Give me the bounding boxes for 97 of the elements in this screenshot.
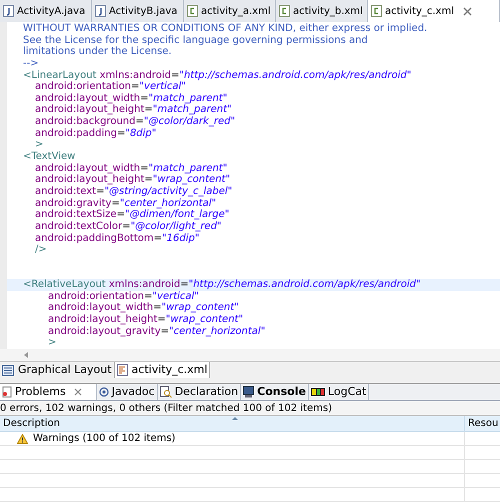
xml-file-icon — [279, 5, 290, 17]
code-token: android:gravity — [35, 198, 112, 209]
view-tab[interactable]: Problems — [0, 384, 97, 400]
code-token: = — [144, 104, 153, 116]
close-icon[interactable] — [74, 388, 82, 396]
code-token: = — [170, 70, 180, 81]
code-token: android:orientation — [48, 290, 144, 302]
code-token: android:layout_height — [48, 314, 158, 326]
code-token: = — [140, 162, 148, 174]
code-token: android:layout_width — [35, 92, 140, 104]
code-token: --> — [23, 58, 39, 69]
code-token: "http://schemas.android.com/apk/res/android" — [188, 279, 421, 290]
code-token: android:layout_width — [35, 162, 140, 174]
warning-icon — [17, 434, 28, 444]
code-token: "@dimen/font_large" — [124, 209, 230, 220]
document-magnifier-icon — [160, 386, 172, 398]
source-file-icon — [116, 364, 128, 376]
code-token: = — [116, 209, 125, 220]
sort-arrow-icon — [232, 417, 238, 420]
logcat-icon — [310, 387, 325, 397]
java-file-icon — [95, 5, 106, 17]
code-token: = — [144, 174, 153, 186]
code-token: = — [122, 220, 131, 232]
editor-tab[interactable]: ActivityA.java — [0, 0, 92, 22]
code-token: "match_parent" — [148, 92, 228, 104]
code-token: <RelativeLayout — [23, 279, 106, 290]
column-header[interactable]: Resou — [465, 416, 500, 431]
code-token: "wrap_content" — [166, 314, 244, 326]
code-token: "16dip" — [162, 232, 200, 244]
editor-tab[interactable]: activity_b.xml — [276, 0, 368, 22]
code-token: xmlns:android — [100, 70, 171, 81]
code-token: "center_horizontal" — [120, 198, 216, 209]
problems-summary: 0 errors, 102 warnings, 0 others (Filter matched 100 of 102 items) — [0, 401, 500, 416]
code-token: "wrap_content" — [161, 302, 239, 314]
code-token: = — [131, 81, 140, 92]
code-token: = — [144, 290, 152, 302]
code-token: xmlns:android — [108, 279, 180, 290]
view-tab[interactable]: Javadoc — [96, 384, 158, 400]
code-token: android:layout_height — [35, 104, 144, 116]
code-token: = — [153, 302, 162, 314]
view-tab[interactable]: LogCat — [308, 384, 370, 400]
xml-file-icon — [371, 5, 382, 17]
code-token: <LinearLayout — [23, 70, 96, 81]
xml-file-icon — [187, 5, 198, 17]
code-token: WITHOUT WARRANTIES OR CONDITIONS OF ANY KIND, either express or implied. — [23, 23, 428, 34]
code-token: > — [48, 337, 56, 348]
code-token: android:text — [35, 186, 96, 197]
code-token: android:textColor — [35, 220, 122, 232]
code-token: android:layout_width — [48, 302, 154, 314]
editor-tab[interactable]: ActivityB.java — [92, 0, 184, 22]
code-token: "@color/dark_red" — [144, 116, 236, 128]
editor-tab[interactable]: activity_a.xml — [184, 0, 276, 22]
code-token: = — [111, 198, 120, 209]
code-token: = — [154, 232, 162, 244]
code-token: See the License for the specific language governing permissions and — [23, 34, 368, 46]
close-icon[interactable] — [462, 6, 472, 16]
monitor-icon — [243, 386, 254, 398]
code-token: "match_parent" — [148, 162, 228, 174]
code-token: android:orientation — [35, 81, 132, 92]
code-token: = — [157, 314, 166, 326]
code-token: android:layout_gravity — [48, 326, 161, 337]
layout-icon — [2, 364, 14, 376]
scroll-left-icon[interactable] — [24, 352, 28, 358]
code-token: = — [135, 116, 144, 128]
column-header[interactable]: Description — [0, 416, 465, 431]
code-token: android:paddingBottom — [35, 232, 154, 244]
code-token: "match_parent" — [152, 104, 232, 116]
editor-mode-tab[interactable]: activity_c.xml — [114, 362, 210, 378]
code-token: = — [140, 92, 148, 104]
clipboard-icon — [2, 386, 12, 398]
code-token: "http://schemas.android.com/apk/res/android" — [179, 70, 412, 81]
java-file-icon — [3, 5, 14, 17]
code-token: android:padding — [35, 128, 117, 139]
code-token: "wrap_content" — [152, 174, 230, 186]
code-token: > — [35, 139, 44, 150]
editor-mode-tab[interactable]: Graphical Layout — [0, 362, 115, 378]
code-token: /> — [35, 244, 47, 256]
code-token: <TextView — [23, 151, 76, 162]
code-token: "center_horizontal" — [169, 326, 266, 337]
code-token: android:textSize — [35, 209, 117, 220]
code-token: "@string/activity_c_label" — [104, 186, 232, 197]
code-token: limitations under the License. — [23, 46, 172, 58]
horizontal-scrollbar[interactable] — [0, 348, 500, 361]
code-token: android:layout_height — [35, 174, 144, 186]
code-token: "8dip" — [125, 128, 156, 139]
problem-row[interactable]: Warnings (100 of 102 items) — [0, 432, 465, 445]
code-token: "vertical" — [139, 81, 186, 92]
view-tab[interactable]: Declaration — [158, 384, 242, 400]
code-token: android:background — [35, 116, 136, 128]
view-tab[interactable]: Console — [241, 384, 309, 400]
editor-tab[interactable]: activity_c.xml — [368, 0, 500, 22]
code-token: "vertical" — [152, 290, 199, 302]
code-token: = — [116, 128, 126, 139]
code-token: "@color/light_red" — [130, 220, 222, 232]
code-token: = — [96, 186, 104, 197]
code-token: = — [160, 326, 170, 337]
code-token: = — [180, 279, 189, 290]
